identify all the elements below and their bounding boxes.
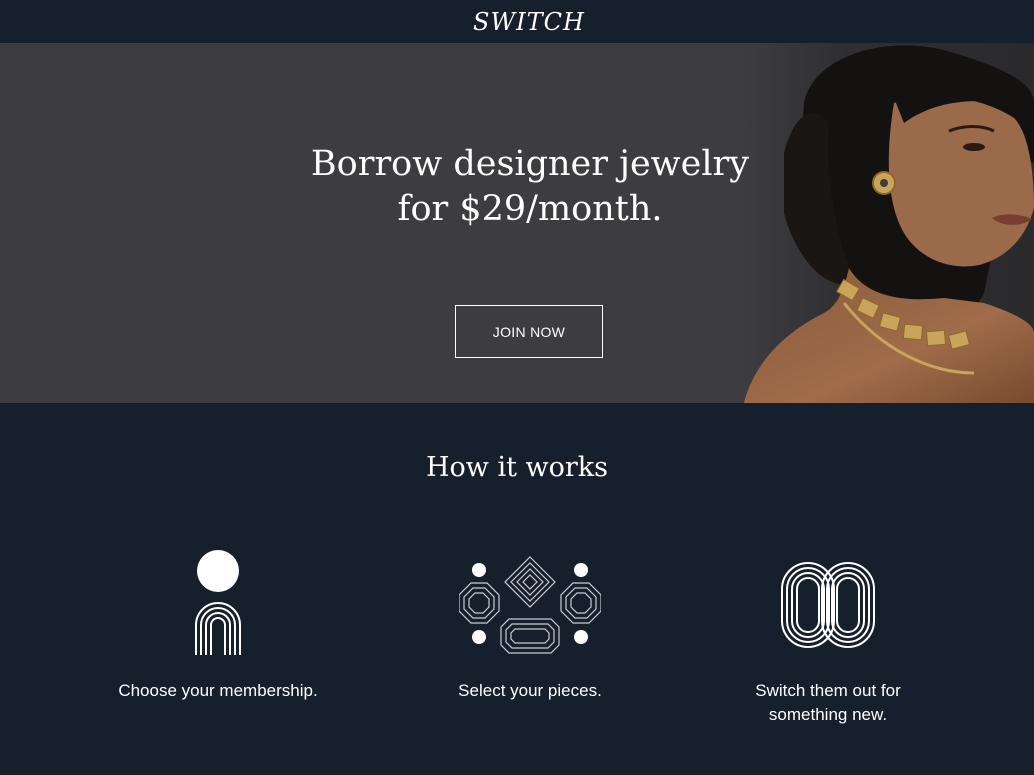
step-choose-membership: Choose your membership.: [68, 550, 368, 703]
step-caption: Switch them out for something new.: [755, 681, 901, 724]
headline-line-1: Borrow designer jewelry: [310, 144, 750, 184]
headline-line-2: for $29/month.: [397, 189, 663, 229]
top-navigation-bar: SWITCH: [0, 0, 1034, 43]
step-caption: Select your pieces.: [458, 681, 602, 700]
membership-icon: [195, 550, 241, 655]
step-caption: Choose your membership.: [118, 681, 318, 700]
how-it-works-title: How it works: [425, 452, 609, 483]
join-now-button[interactable]: JOIN NOW: [455, 305, 603, 358]
step-select-pieces: Select your pieces.: [380, 550, 680, 703]
jewelry-pieces-icon: [459, 556, 601, 654]
hero-headline: Borrow designer jewelry for $29/month.: [280, 142, 780, 232]
hero-banner: Borrow designer jewelry for $29/month. J…: [0, 43, 1034, 403]
switch-logo[interactable]: SWITCH: [473, 8, 585, 36]
model-wearing-jewelry-photo: [744, 43, 1034, 403]
step-switch-out: Switch them out for something new.: [678, 550, 978, 727]
switch-loop-icon: [781, 562, 875, 648]
